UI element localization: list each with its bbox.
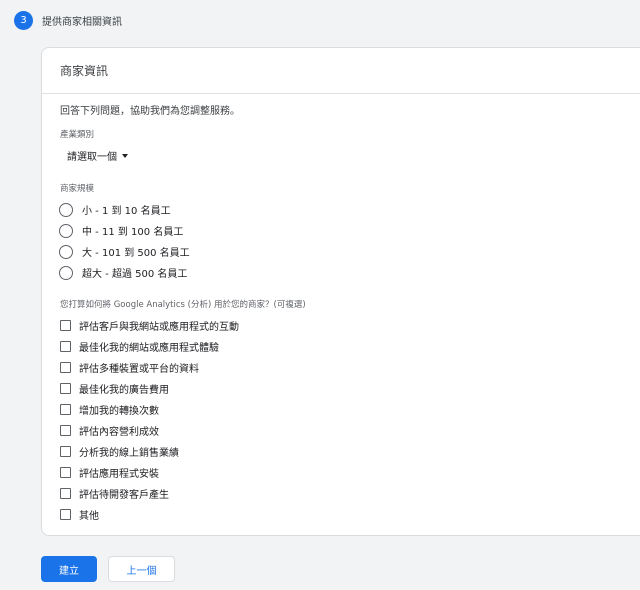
card-divider bbox=[42, 93, 640, 94]
size-option-label: 超大 - 超過 500 名員工 bbox=[82, 269, 188, 280]
usage-option-label: 評估待開發客戶產生 bbox=[79, 490, 169, 501]
size-option-label: 中 - 11 到 100 名員工 bbox=[82, 227, 184, 238]
radio-button-icon[interactable] bbox=[59, 202, 73, 217]
usage-label: 您打算如何將 Google Analytics (分析) 用於您的商家？(可複選… bbox=[60, 300, 306, 310]
usage-option-label: 其他 bbox=[79, 511, 99, 522]
usage-option-label: 分析我的線上銷售業績 bbox=[79, 448, 179, 459]
industry-label: 產業類別 bbox=[60, 130, 95, 140]
create-button[interactable]: 建立 bbox=[41, 556, 97, 582]
size-option-label: 大 - 101 到 500 名員工 bbox=[82, 248, 190, 259]
step-header: 3 提供商家相關資訊 bbox=[0, 0, 640, 40]
checkbox-icon[interactable] bbox=[60, 383, 71, 394]
caret-down-icon bbox=[122, 153, 128, 158]
usage-option-cross-device[interactable]: 評估多種裝置或平台的資料 bbox=[60, 360, 199, 375]
usage-option-ad-spend[interactable]: 最佳化我的廣告費用 bbox=[60, 381, 169, 396]
account-setup-page: 3 提供商家相關資訊 商家資訊 回答下列問題，協助我們為您調整服務。 產業類別 … bbox=[0, 0, 640, 590]
usage-option-label: 增加我的轉換次數 bbox=[79, 406, 159, 417]
size-option-xlarge[interactable]: 超大 - 超過 500 名員工 bbox=[59, 265, 187, 280]
previous-button[interactable]: 上一個 bbox=[108, 556, 175, 582]
checkbox-icon[interactable] bbox=[60, 425, 71, 436]
usage-option-conversions[interactable]: 增加我的轉換次數 bbox=[60, 402, 159, 417]
usage-option-lead-generation[interactable]: 評估待開發客戶產生 bbox=[60, 486, 169, 501]
radio-button-icon[interactable] bbox=[59, 223, 73, 238]
step-number-badge: 3 bbox=[14, 11, 33, 30]
checkbox-icon[interactable] bbox=[60, 362, 71, 373]
usage-option-label: 評估應用程式安裝 bbox=[79, 469, 159, 480]
checkbox-icon[interactable] bbox=[60, 404, 71, 415]
usage-option-optimize-experience[interactable]: 最佳化我的網站或應用程式體驗 bbox=[60, 339, 219, 354]
checkbox-icon[interactable] bbox=[60, 320, 71, 331]
checkbox-icon[interactable] bbox=[60, 488, 71, 499]
usage-option-online-sales[interactable]: 分析我的線上銷售業績 bbox=[60, 444, 179, 459]
usage-option-label: 評估內容營利成效 bbox=[79, 427, 159, 438]
checkbox-icon[interactable] bbox=[60, 446, 71, 457]
usage-option-app-installs[interactable]: 評估應用程式安裝 bbox=[60, 465, 159, 480]
usage-option-label: 最佳化我的廣告費用 bbox=[79, 385, 169, 396]
usage-option-label: 評估客戶與我網站或應用程式的互動 bbox=[79, 322, 239, 333]
usage-option-label: 最佳化我的網站或應用程式體驗 bbox=[79, 343, 219, 354]
usage-option-label: 評估多種裝置或平台的資料 bbox=[79, 364, 199, 375]
step-title: 提供商家相關資訊 bbox=[42, 17, 122, 28]
industry-dropdown[interactable]: 請選取一個 bbox=[67, 148, 128, 163]
size-option-medium[interactable]: 中 - 11 到 100 名員工 bbox=[59, 223, 183, 238]
usage-option-other[interactable]: 其他 bbox=[60, 507, 99, 522]
checkbox-icon[interactable] bbox=[60, 467, 71, 478]
industry-dropdown-value: 請選取一個 bbox=[67, 152, 117, 163]
usage-option-interaction[interactable]: 評估客戶與我網站或應用程式的互動 bbox=[60, 318, 239, 333]
business-info-card: 商家資訊 回答下列問題，協助我們為您調整服務。 產業類別 請選取一個 商家規模 … bbox=[41, 47, 640, 536]
checkbox-icon[interactable] bbox=[60, 341, 71, 352]
radio-button-icon[interactable] bbox=[59, 265, 73, 280]
checkbox-icon[interactable] bbox=[60, 509, 71, 520]
intro-text: 回答下列問題，協助我們為您調整服務。 bbox=[60, 106, 240, 117]
size-option-large[interactable]: 大 - 101 到 500 名員工 bbox=[59, 244, 190, 259]
business-size-label: 商家規模 bbox=[60, 184, 95, 194]
size-option-label: 小 - 1 到 10 名員工 bbox=[82, 206, 171, 217]
usage-option-content-monetization[interactable]: 評估內容營利成效 bbox=[60, 423, 159, 438]
card-title: 商家資訊 bbox=[60, 64, 109, 78]
radio-button-icon[interactable] bbox=[59, 244, 73, 259]
size-option-small[interactable]: 小 - 1 到 10 名員工 bbox=[59, 202, 171, 217]
